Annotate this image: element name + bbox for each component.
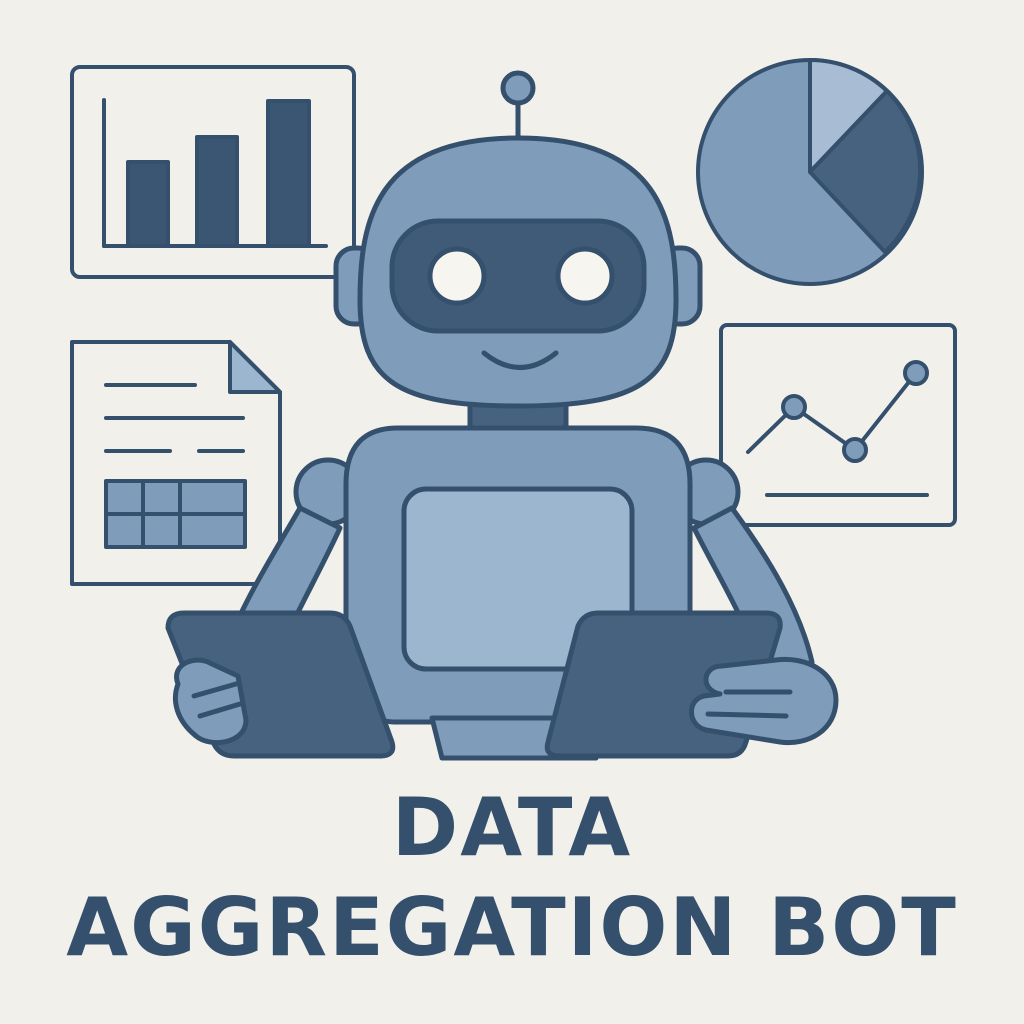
line-point-2	[842, 437, 868, 463]
illustration: DATA AGGREGATION BOT	[0, 0, 1024, 1024]
bar-2	[195, 135, 239, 248]
left-eye	[427, 246, 487, 306]
right-hand	[689, 656, 839, 746]
line-chart-icon	[719, 323, 957, 527]
right-eye	[555, 246, 615, 306]
line-point-3	[903, 360, 929, 386]
pie-chart-icon	[696, 58, 924, 286]
title-line-2: AGGREGATION BOT	[66, 881, 958, 974]
document-icon	[70, 340, 282, 586]
bar-1	[126, 160, 170, 248]
document-fold	[228, 340, 282, 394]
line-point-1	[781, 394, 807, 420]
bar-chart-icon	[70, 65, 356, 279]
antenna-ball	[500, 70, 536, 106]
title-line-1: DATA	[391, 781, 633, 874]
left-hand	[172, 657, 249, 746]
bar-3	[266, 99, 311, 248]
